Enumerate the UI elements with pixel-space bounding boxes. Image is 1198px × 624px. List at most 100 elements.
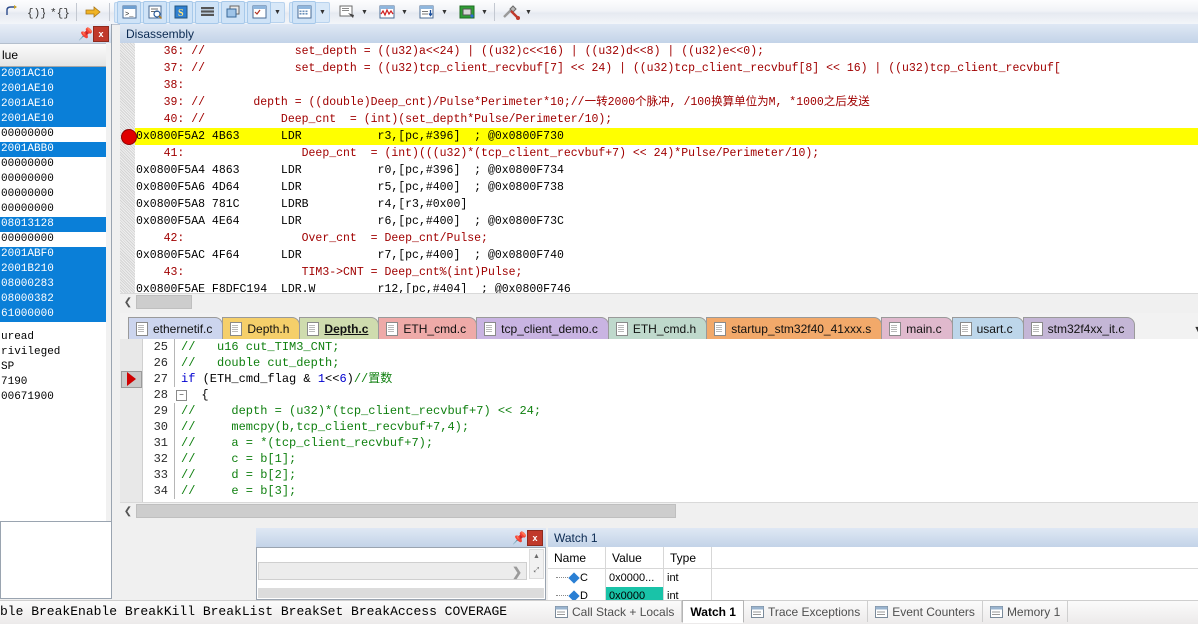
- tab-overflow-chevron-down-icon[interactable]: ▼: [1190, 319, 1198, 339]
- register-row[interactable]: 00000000: [0, 127, 111, 142]
- disassembly-instruction-line[interactable]: 0x0800F5AC 4F64 LDR r7,[pc,#400] ; @0x08…: [135, 247, 1198, 264]
- editor-line[interactable]: 30 // memcpy(b,tcp_client_recvbuf+7,4);: [142, 419, 1198, 435]
- toolbox-icon[interactable]: [500, 2, 522, 23]
- current-statement-arrow-icon[interactable]: [121, 370, 142, 388]
- register-row[interactable]: 2001ABB0: [0, 142, 111, 157]
- editor-line[interactable]: 31 // a = *(tcp_client_recvbuf+7);: [142, 435, 1198, 451]
- registers-window-icon[interactable]: [195, 0, 219, 24]
- disassembly-source-line[interactable]: 41: Deep_cnt = (int)(((u32)*(tcp_client_…: [135, 145, 1198, 162]
- register-row[interactable]: 08000382: [0, 292, 111, 307]
- editor-breakpoint-gutter[interactable]: [120, 339, 143, 503]
- source-editor-body[interactable]: 25 // u16 cut_TIM3_CNT; 26 // double cut_de…: [120, 339, 1198, 503]
- analysis-windows-dropdown-icon[interactable]: ▼: [399, 2, 410, 23]
- register-row[interactable]: 2001AE10: [0, 97, 111, 112]
- disassembly-instruction-line[interactable]: 0x0800F5AA 4E64 LDR r6,[pc,#400] ; @0x08…: [135, 213, 1198, 230]
- editor-line[interactable]: 27 if (ETH_cmd_flag & 1<<6)//置数: [121, 370, 1198, 388]
- disassembly-source-line[interactable]: 40: // Deep_cnt = (int)(set_depth*Pulse/…: [135, 111, 1198, 128]
- register-row[interactable]: 00000000: [0, 232, 111, 247]
- trace-windows-icon[interactable]: [416, 2, 438, 23]
- command-vertical-scrollbar[interactable]: ▲ ⤢: [529, 549, 544, 579]
- watch-windows-icon[interactable]: [247, 0, 271, 24]
- disassembly-instruction-line[interactable]: 0x0800F5A2 4B63 LDR r3,[pc,#396] ; @0x08…: [121, 128, 1198, 145]
- disassembly-source-line[interactable]: 38:: [135, 77, 1198, 94]
- watch-type-cell[interactable]: int: [664, 569, 712, 587]
- command-output-area[interactable]: ▲ ⤢ ❯: [256, 547, 546, 600]
- watch-col-type[interactable]: Type: [664, 547, 712, 568]
- editor-line[interactable]: 29 // depth = (u32)*(tcp_client_recvbuf+7…: [142, 403, 1198, 419]
- register-row[interactable]: 08013128: [0, 217, 111, 232]
- disassembly-source-line[interactable]: 36: // set_depth = ((u32)a<<24) | ((u32)…: [135, 43, 1198, 60]
- editor-line[interactable]: 34 // e = b[3];: [142, 483, 1198, 499]
- editor-tab-tcp-client-demo-c[interactable]: tcp_client_demo.c: [476, 317, 609, 339]
- call-stack-window-icon[interactable]: [221, 0, 245, 24]
- editor-line[interactable]: 28− {: [142, 387, 1198, 403]
- breakpoint-icon[interactable]: [121, 129, 137, 145]
- watch-windows-dropdown-icon[interactable]: ▼: [272, 2, 283, 23]
- toolbox-dropdown-icon[interactable]: ▼: [523, 2, 534, 23]
- bottom-tab-memory-1[interactable]: Memory 1: [983, 601, 1069, 622]
- serial-windows-dropdown-icon[interactable]: ▼: [359, 2, 370, 23]
- editor-scroll-left-icon[interactable]: ❮: [120, 503, 136, 519]
- run-to-cursor-icon[interactable]: *{}: [49, 2, 71, 23]
- command-pin-icon[interactable]: 📌: [512, 530, 527, 545]
- editor-tab-depth-h[interactable]: Depth.h: [222, 317, 301, 339]
- editor-tab-stm32f4xx-it-c[interactable]: stm32f4xx_it.c: [1022, 317, 1136, 339]
- disassembly-scroll-thumb[interactable]: [136, 295, 192, 309]
- watch-grid[interactable]: Name Value Type C 0x0000... int D 0x0000 int: [548, 547, 1198, 605]
- disassembly-horizontal-scrollbar[interactable]: ❮: [120, 293, 1198, 310]
- command-close-icon[interactable]: x: [527, 529, 543, 546]
- watch-name-cell[interactable]: C: [548, 569, 606, 587]
- close-icon[interactable]: x: [93, 25, 109, 42]
- register-row[interactable]: 2001AE10: [0, 82, 111, 97]
- disassembly-source-line[interactable]: 37: // set_depth = ((u32)tcp_client_recv…: [135, 60, 1198, 77]
- trace-windows-dropdown-icon[interactable]: ▼: [439, 2, 450, 23]
- register-row[interactable]: 00000000: [0, 202, 111, 217]
- editor-line[interactable]: 33 // d = b[2];: [142, 467, 1198, 483]
- command-horizontal-scrollbar[interactable]: [258, 588, 544, 598]
- register-row[interactable]: 08000283: [0, 277, 111, 292]
- register-row[interactable]: 2001ABF0: [0, 247, 111, 262]
- fold-collapse-icon[interactable]: −: [176, 389, 187, 401]
- command-go-icon[interactable]: ❯: [512, 563, 522, 581]
- watch-col-value[interactable]: Value: [606, 547, 664, 568]
- editor-tab-depth-c[interactable]: Depth.c: [299, 317, 380, 339]
- bottom-tab-call-stack---locals[interactable]: Call Stack + Locals: [548, 601, 683, 622]
- disassembly-source-line[interactable]: 43: TIM3->CNT = Deep_cnt%(int)Pulse;: [135, 264, 1198, 281]
- bottom-tab-event-counters[interactable]: Event Counters: [868, 601, 983, 622]
- disassembly-window-icon[interactable]: [143, 0, 167, 24]
- editor-tab-startup-stm32f40-41xxx-s[interactable]: startup_stm32f40_41xxx.s: [706, 317, 883, 339]
- register-row[interactable]: 2001AE10: [0, 112, 111, 127]
- bottom-tab-watch-1[interactable]: Watch 1: [682, 600, 744, 623]
- disassembly-source-line[interactable]: 42: Over_cnt = Deep_cnt/Pulse;: [135, 230, 1198, 247]
- editor-scroll-thumb[interactable]: [136, 504, 676, 518]
- registers-vertical-scrollbar[interactable]: [106, 43, 111, 521]
- registers-column-header[interactable]: lue: [0, 44, 111, 67]
- disassembly-instruction-line[interactable]: 0x0800F5A4 4863 LDR r0,[pc,#396] ; @0x08…: [135, 162, 1198, 179]
- command-input[interactable]: ❯: [258, 562, 527, 580]
- editor-tab-ethernetif-c[interactable]: ethernetif.c: [128, 317, 224, 339]
- disassembly-scroll-track[interactable]: [136, 295, 1198, 309]
- register-row[interactable]: 00000000: [0, 157, 111, 172]
- serial-windows-icon[interactable]: [336, 2, 358, 23]
- editor-line[interactable]: 32 // c = b[1];: [142, 451, 1198, 467]
- system-viewer-icon[interactable]: [456, 2, 478, 23]
- command-hscroll-thumb[interactable]: [258, 588, 544, 598]
- memory-windows-icon[interactable]: [292, 0, 316, 24]
- editor-tab-main-c[interactable]: main.c: [881, 317, 953, 339]
- register-row[interactable]: 2001AC10: [0, 67, 111, 82]
- editor-horizontal-scrollbar[interactable]: ❮: [120, 502, 1198, 519]
- disassembly-source-line[interactable]: 39: // depth = ((double)Deep_cnt)/Pulse*…: [135, 94, 1198, 111]
- step-into-function-icon[interactable]: {)}: [25, 2, 47, 23]
- register-row[interactable]: 61000000: [0, 307, 111, 322]
- symbols-window-icon[interactable]: S: [169, 0, 193, 24]
- bottom-tab-bar[interactable]: Call Stack + Locals Watch 1 Trace Exceptio…: [548, 600, 1198, 623]
- editor-tab-strip[interactable]: ethernetif.c Depth.h Depth.c ETH_cmd.c tcp_c…: [120, 313, 1198, 340]
- editor-tab-eth-cmd-h[interactable]: ETH_cmd.h: [607, 317, 708, 339]
- system-viewer-dropdown-icon[interactable]: ▼: [479, 2, 490, 23]
- disassembly-body[interactable]: 36: // set_depth = ((u32)a<<24) | ((u32)…: [120, 43, 1198, 294]
- watch-col-name[interactable]: Name: [548, 547, 606, 568]
- disassembly-instruction-line[interactable]: 0x0800F5A8 781C LDRB r4,[r3,#0x00]: [135, 196, 1198, 213]
- scroll-left-icon[interactable]: ❮: [120, 294, 136, 310]
- register-row[interactable]: 2001B210: [0, 262, 111, 277]
- command-window-icon[interactable]: >_: [117, 0, 141, 24]
